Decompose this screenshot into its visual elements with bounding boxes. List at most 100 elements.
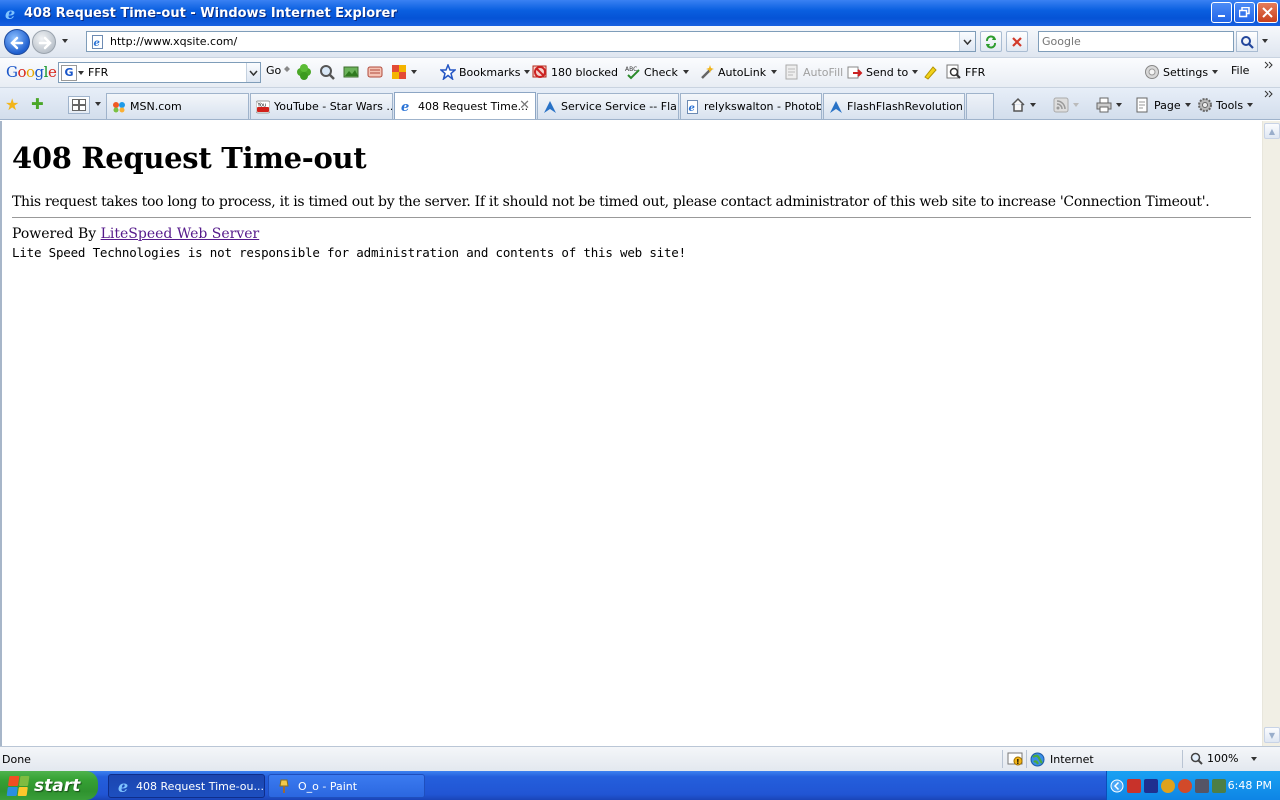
settings-button[interactable]: Settings xyxy=(1144,64,1219,80)
search-button[interactable] xyxy=(1236,31,1258,52)
tray-app-icon-4[interactable] xyxy=(1178,778,1192,793)
tools-menu[interactable]: Tools xyxy=(1197,97,1254,113)
security-zone[interactable]: Internet xyxy=(1030,752,1094,767)
chevron-down-icon xyxy=(1184,103,1191,107)
refresh-button[interactable] xyxy=(980,31,1002,52)
tray-app-icon-1[interactable] xyxy=(1127,778,1141,793)
tray-network-icon[interactable] xyxy=(1195,778,1209,793)
tab-flashflashrevolution[interactable]: FlashFlashRevolution... xyxy=(823,93,965,119)
svg-text:e: e xyxy=(5,5,15,21)
rss-feed-icon xyxy=(1053,97,1069,113)
toolbar-scroll-icon[interactable] xyxy=(283,64,291,74)
url-box: e xyxy=(86,31,976,52)
protected-mode-icon[interactable]: ! xyxy=(1007,752,1023,766)
ie-page-icon: e xyxy=(687,99,698,114)
magnifier-icon xyxy=(320,65,335,80)
autolink-button[interactable]: AutoLink xyxy=(699,64,779,80)
tab-408-request-timeout[interactable]: e 408 Request Time... ✕ xyxy=(394,92,536,119)
scroll-up-arrow[interactable]: ▲ xyxy=(1264,123,1280,139)
spellcheck-button[interactable]: ABC Check xyxy=(625,64,691,80)
tray-app-icon-6[interactable] xyxy=(1212,778,1226,793)
tab-photobucket[interactable]: e relykswalton - Photob... xyxy=(680,93,822,119)
start-button[interactable]: start xyxy=(0,771,98,800)
tab-youtube[interactable]: You YouTube - Star Wars ... xyxy=(250,93,393,119)
file-menu[interactable]: File xyxy=(1231,64,1249,77)
svg-text:ABC: ABC xyxy=(625,66,637,73)
tray-expand-icon[interactable] xyxy=(1110,779,1124,793)
chevron-down-icon xyxy=(1116,103,1122,107)
page-menu[interactable]: Page xyxy=(1135,97,1192,113)
tab-msn[interactable]: MSN.com xyxy=(106,93,249,119)
search-options-dropdown-icon[interactable] xyxy=(1260,36,1270,46)
zoom-magnifier-icon xyxy=(1190,752,1203,765)
green-plus-icon xyxy=(297,64,311,80)
custom-search-ffr-button[interactable]: FFR xyxy=(946,64,985,80)
title-bar[interactable]: e 408 Request Time-out - Windows Interne… xyxy=(0,0,1280,26)
add-to-favorites-icon[interactable]: ✚ xyxy=(31,95,44,113)
zone-label: Internet xyxy=(1050,753,1094,766)
vertical-scrollbar[interactable]: ▲ ▼ xyxy=(1262,121,1280,746)
highlighter-icon xyxy=(924,66,937,80)
restore-button[interactable] xyxy=(1234,2,1255,23)
status-bar: Done ! Internet 100% xyxy=(0,746,1280,771)
stop-button[interactable] xyxy=(1006,31,1028,52)
more-chevron-icon[interactable] xyxy=(1264,61,1274,71)
url-input[interactable] xyxy=(110,32,959,51)
zoom-control[interactable]: 100% xyxy=(1190,752,1258,765)
google-search-input[interactable] xyxy=(85,66,246,79)
google-toolbar-plus-button[interactable] xyxy=(296,64,312,80)
chevron-down-icon xyxy=(1030,103,1036,107)
recent-pages-dropdown-icon[interactable] xyxy=(60,36,70,46)
youtube-icon: You xyxy=(256,100,270,113)
taskbar-item-ie[interactable]: e 408 Request Time-ou... xyxy=(108,774,265,798)
highlight-button[interactable] xyxy=(922,64,938,80)
magic-wand-icon xyxy=(701,65,714,79)
scroll-down-arrow[interactable]: ▼ xyxy=(1264,727,1280,743)
forward-arrow-icon xyxy=(38,36,52,50)
google-g-icon[interactable]: G xyxy=(61,64,77,81)
tab-list-dropdown-icon[interactable] xyxy=(94,100,102,108)
url-dropdown-button[interactable] xyxy=(959,32,975,51)
back-button[interactable] xyxy=(4,29,30,55)
quick-tabs-button[interactable] xyxy=(68,96,90,114)
print-button[interactable] xyxy=(1096,97,1123,113)
search-site-button[interactable] xyxy=(319,64,335,80)
minimize-button[interactable] xyxy=(1211,2,1232,23)
feeds-button[interactable] xyxy=(1053,97,1080,113)
command-bar-more-icon[interactable] xyxy=(1264,90,1274,100)
google-go-button[interactable]: Go xyxy=(266,64,281,77)
send-to-icon xyxy=(847,66,863,79)
close-window-button[interactable] xyxy=(1257,2,1278,23)
page-content: 408 Request Time-out This request takes … xyxy=(2,121,1262,260)
litespeed-link[interactable]: LiteSpeed Web Server xyxy=(101,226,260,242)
autofill-button[interactable]: AutoFill xyxy=(784,64,843,80)
forward-button[interactable] xyxy=(32,30,56,54)
google-services-button[interactable] xyxy=(391,64,418,80)
globe-icon xyxy=(1030,752,1045,767)
tray-app-icon-3[interactable] xyxy=(1161,778,1175,793)
send-to-button[interactable]: Send to xyxy=(847,64,919,80)
tray-app-icon-2[interactable] xyxy=(1144,778,1158,793)
chevron-down-icon[interactable] xyxy=(77,69,85,77)
image-search-button[interactable] xyxy=(343,64,359,80)
close-tab-icon[interactable]: ✕ xyxy=(519,98,530,113)
search-input[interactable] xyxy=(1039,32,1233,51)
taskbar-item-paint[interactable]: O_o - Paint xyxy=(268,774,425,798)
back-arrow-icon xyxy=(10,36,24,50)
svg-text:e: e xyxy=(118,778,128,794)
chevron-down-icon xyxy=(1251,756,1258,761)
favorites-center-icon[interactable]: ★ xyxy=(5,95,19,114)
chevron-down-icon xyxy=(1247,103,1254,107)
google-search-dropdown[interactable] xyxy=(246,63,260,82)
news-button[interactable] xyxy=(367,64,383,80)
home-button[interactable] xyxy=(1010,97,1037,113)
search-page-icon xyxy=(946,64,961,79)
tab-service-service[interactable]: Service Service -- Fla... xyxy=(537,93,679,119)
popup-blocker-button[interactable]: 180 blocked xyxy=(532,64,618,80)
zoom-level: 100% xyxy=(1207,752,1239,765)
google-logo[interactable]: Google xyxy=(6,63,57,81)
bookmarks-button[interactable]: Bookmarks xyxy=(440,64,531,80)
svg-text:e: e xyxy=(94,38,100,49)
chevron-down-icon xyxy=(411,70,417,74)
new-tab-button[interactable] xyxy=(966,93,994,119)
